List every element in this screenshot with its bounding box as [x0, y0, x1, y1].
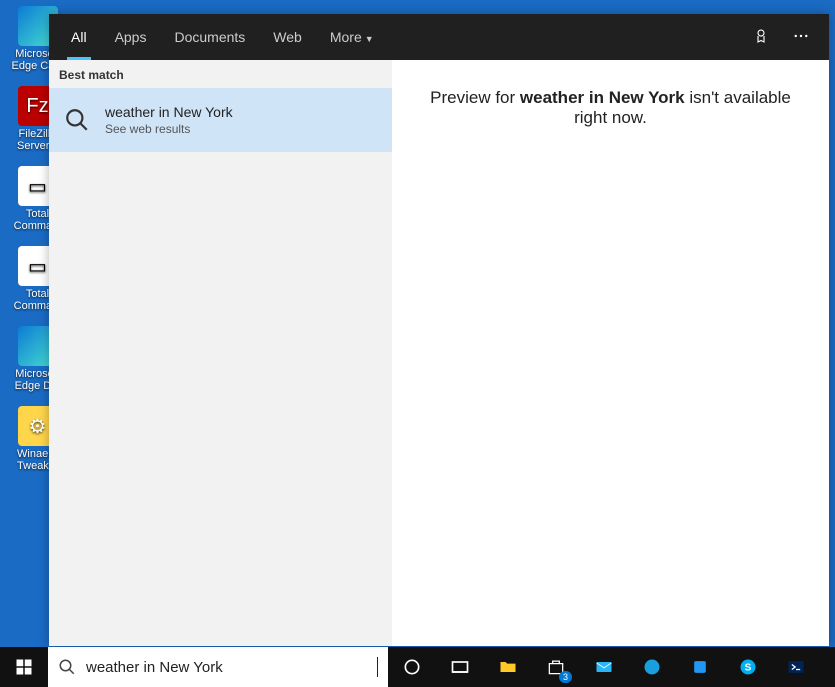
svg-text:S: S: [745, 662, 752, 673]
mail-icon[interactable]: [580, 647, 628, 687]
store-icon[interactable]: 3: [532, 647, 580, 687]
tab-documents[interactable]: Documents: [160, 14, 259, 60]
ellipsis-icon[interactable]: [781, 27, 821, 48]
result-title: weather in New York: [105, 104, 233, 120]
edge-icon[interactable]: [628, 647, 676, 687]
tab-more[interactable]: More▼: [316, 14, 388, 60]
tab-apps[interactable]: Apps: [101, 14, 161, 60]
cortana-icon[interactable]: [388, 647, 436, 687]
task-view-icon[interactable]: [436, 647, 484, 687]
preview-panel: Preview for weather in New York isn't av…: [392, 60, 829, 646]
search-icon: [58, 658, 76, 676]
search-flyout: All Apps Documents Web More▼ Best match …: [49, 14, 829, 646]
result-subtitle: See web results: [105, 122, 233, 136]
text-caret: [377, 657, 378, 677]
powershell-icon[interactable]: [772, 647, 820, 687]
start-button[interactable]: [0, 647, 48, 687]
store-badge: 3: [559, 671, 572, 683]
results-list: Best match weather in New York See web r…: [49, 60, 392, 646]
rewards-icon[interactable]: [741, 27, 781, 48]
taskbar-search[interactable]: [48, 647, 388, 687]
search-icon: [63, 106, 91, 134]
app-icon[interactable]: [676, 647, 724, 687]
tab-all[interactable]: All: [57, 14, 101, 60]
section-best-match: Best match: [49, 60, 392, 88]
result-item[interactable]: weather in New York See web results: [49, 88, 392, 152]
taskbar: 3 S: [0, 647, 835, 687]
search-input[interactable]: [86, 659, 367, 676]
chevron-down-icon: ▼: [365, 34, 374, 44]
tab-web[interactable]: Web: [259, 14, 316, 60]
file-explorer-icon[interactable]: [484, 647, 532, 687]
skype-icon[interactable]: S: [724, 647, 772, 687]
search-tabs: All Apps Documents Web More▼: [49, 14, 829, 60]
